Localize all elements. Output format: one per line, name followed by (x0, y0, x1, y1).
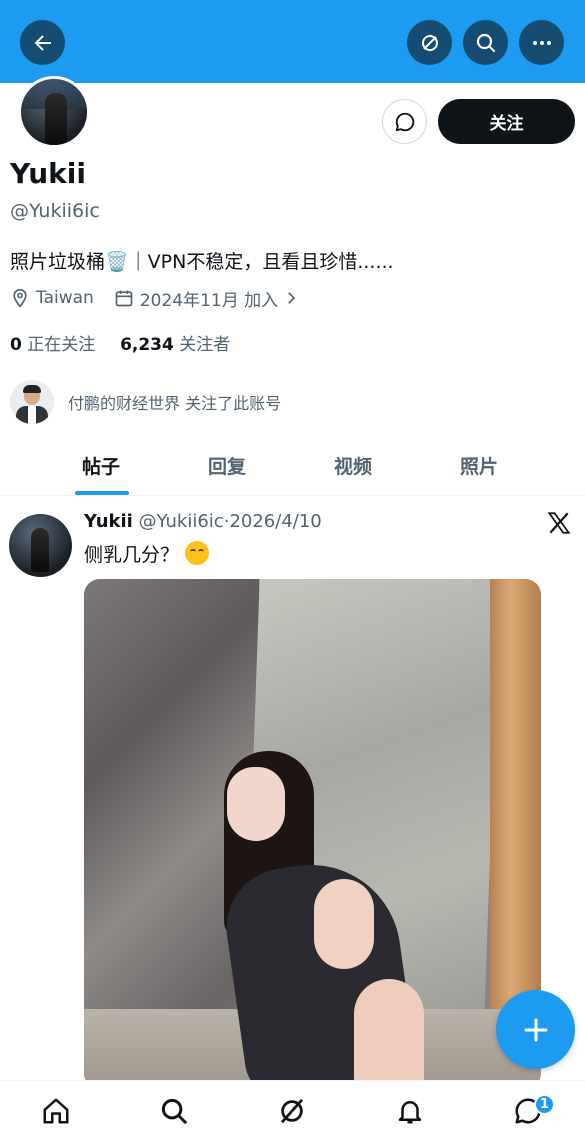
following-count[interactable]: 0 (10, 335, 22, 355)
calendar-icon (115, 290, 133, 307)
tab-indicator (75, 491, 129, 495)
follower-avatar (10, 380, 54, 424)
profile-meta: Taiwan 2024年11月 加入 (10, 286, 300, 311)
profile-location: Taiwan (36, 288, 94, 308)
tab-videos[interactable]: 视频 (334, 452, 372, 479)
tab-posts[interactable]: 帖子 (82, 452, 120, 479)
nav-notifications[interactable] (394, 1095, 426, 1127)
profile-tabs: 帖子 回复 视频 照片 (0, 440, 585, 496)
nav-grok[interactable] (276, 1095, 308, 1127)
followers-count[interactable]: 6,234 (120, 335, 174, 355)
post-handle: @Yukii6ic (138, 511, 224, 532)
profile-handle: @Yukii6ic (10, 200, 100, 222)
search-icon (161, 1098, 187, 1124)
profile-avatar[interactable] (18, 76, 90, 148)
message-button[interactable] (382, 99, 427, 144)
messages-badge: 1 (534, 1094, 555, 1115)
post-text: 侧乳几分？ (84, 540, 210, 567)
tab-photos[interactable]: 照片 (460, 452, 498, 479)
post-header: Yukii @Yukii6ic·2026/4/10 (84, 511, 322, 532)
followed-by-row[interactable]: 付鹏的财经世界 关注了此账号 (10, 378, 281, 426)
back-button[interactable] (20, 20, 65, 65)
arrow-left-icon (34, 34, 51, 51)
post-photo[interactable] (84, 579, 541, 1089)
profile-stats: 0 正在关注 6,234 关注者 (10, 330, 230, 355)
followed-by-text: 付鹏的财经世界 关注了此账号 (68, 394, 282, 413)
profile-joined[interactable]: 2024年11月 加入 (140, 286, 278, 311)
post-text-content: 侧乳几分？ (84, 544, 180, 566)
header-bar (0, 0, 585, 83)
profile-bio: 照片垃圾桶🗑️｜VPN不稳定，且看且珍惜...... (10, 251, 394, 273)
plus-icon (524, 1018, 547, 1041)
bottom-nav (0, 1080, 585, 1136)
home-icon (43, 1098, 69, 1124)
followers-label[interactable]: 关注者 (179, 335, 230, 355)
nav-search[interactable] (158, 1095, 190, 1127)
relieved-face-emoji-icon (185, 541, 210, 565)
grok-icon (421, 34, 438, 51)
search-icon (476, 33, 495, 52)
grok-icon (280, 1098, 304, 1124)
grok-button[interactable] (407, 20, 452, 65)
x-logo-icon[interactable] (546, 510, 572, 536)
tab-replies[interactable]: 回复 (208, 452, 246, 479)
post-avatar[interactable] (9, 514, 72, 577)
post-author[interactable]: Yukii (84, 511, 133, 532)
post-date: 2026/4/10 (229, 511, 322, 532)
follow-button[interactable]: 关注 (438, 99, 575, 144)
more-button[interactable] (519, 20, 564, 65)
search-button[interactable] (463, 20, 508, 65)
nav-home[interactable] (40, 1095, 72, 1127)
compose-button[interactable] (496, 990, 575, 1069)
notifications-icon (398, 1101, 422, 1124)
location-icon (13, 288, 27, 308)
following-label[interactable]: 正在关注 (27, 335, 95, 355)
profile-name: Yukii (10, 157, 86, 190)
more-icon (532, 40, 551, 45)
message-icon (395, 112, 414, 131)
chevron-right-icon[interactable] (282, 289, 300, 307)
